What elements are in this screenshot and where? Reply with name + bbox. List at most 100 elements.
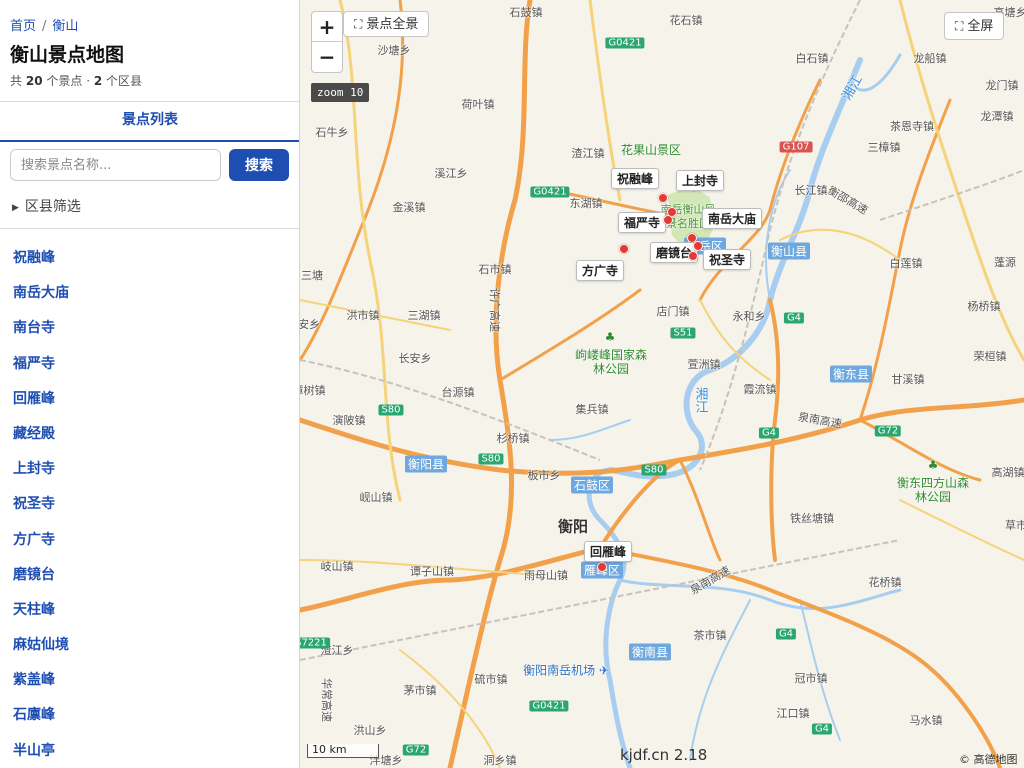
place-label: 甘溪镇 xyxy=(891,373,925,386)
attraction-marker[interactable] xyxy=(663,215,673,225)
place-label: 花石镇 xyxy=(669,14,703,27)
place-label: 冠市镇 xyxy=(794,672,828,685)
spot-list-item[interactable]: 南岳大庙 xyxy=(13,283,69,318)
place-label: 硫市镇 xyxy=(474,673,508,686)
attraction-marker-label[interactable]: 南岳大庙 xyxy=(702,208,763,229)
place-label: 马水镇 xyxy=(909,714,943,727)
place-label: 三塘 xyxy=(301,269,323,282)
tab-spot-list[interactable]: 景点列表 xyxy=(0,102,299,142)
highway-shield: G4 xyxy=(775,628,797,640)
fullscreen-button[interactable]: ⛶ 全屏 xyxy=(944,12,1005,40)
breadcrumb: 首页 / 衡山 xyxy=(10,15,78,34)
fullscreen-icon: ⛶ xyxy=(955,19,964,33)
spot-list-item[interactable]: 石廪峰 xyxy=(13,705,69,740)
caret-right-icon: ▶ xyxy=(12,203,19,213)
place-label: 金溪镇 xyxy=(392,201,426,214)
place-label: 演陂镇 xyxy=(332,414,366,427)
city-label: 衡阳 xyxy=(557,517,589,536)
attraction-marker-label[interactable]: 福严寺 xyxy=(618,212,667,233)
spot-list-item[interactable]: 回雁峰 xyxy=(13,389,69,424)
road-name-label: 华常高速 xyxy=(320,678,333,722)
highway-shield: S80 xyxy=(378,404,404,416)
attraction-marker-label[interactable]: 上封寺 xyxy=(676,170,725,191)
forest-park-label: 岣嵝峰国家森林公园 xyxy=(574,348,647,376)
place-label: 江口镇 xyxy=(776,707,810,720)
zoom-level-readout: zoom 10 xyxy=(311,83,370,102)
spot-list-item[interactable]: 天柱峰 xyxy=(13,600,69,635)
district-label: 衡阳县 xyxy=(404,455,448,473)
attraction-marker-label[interactable]: 回雁峰 xyxy=(584,541,633,562)
spot-list-item[interactable]: 上封寺 xyxy=(13,459,69,494)
spot-list-item[interactable]: 藏经殿 xyxy=(13,424,69,459)
tree-icon: ♣ xyxy=(927,458,939,472)
spots-count: 20 xyxy=(25,74,43,88)
spot-list-item[interactable]: 磨镜台 xyxy=(13,565,69,600)
attraction-marker-label[interactable]: 方广寺 xyxy=(576,260,625,281)
district-label: 衡山县 xyxy=(767,242,811,260)
attraction-marker[interactable] xyxy=(693,241,703,251)
highway-shield: G0421 xyxy=(529,700,569,712)
place-label: 龙船镇 xyxy=(913,52,947,65)
spot-list-item[interactable]: 半山亭 xyxy=(13,741,69,768)
breadcrumb-current-link[interactable]: 衡山 xyxy=(52,19,78,34)
zoom-control: + − xyxy=(311,11,343,73)
attraction-marker-label[interactable]: 祝融峰 xyxy=(611,168,660,189)
place-label: 花桥镇 xyxy=(868,576,902,589)
map-view[interactable]: 石鼓镇 花石镇 白石镇 龙船镇 沙塘乡 荷叶镇 石牛乡 溪江乡 金溪镇 洪市镇 三湖镇 长安乡 台源镇 渣… xyxy=(300,0,1024,768)
highway-shield: S80 xyxy=(641,464,667,476)
highway-shield: G4 xyxy=(811,723,833,735)
district-label: 衡南县 xyxy=(628,643,672,661)
river-label: 湘江 xyxy=(692,387,708,413)
districts-count: 2 xyxy=(93,74,103,88)
highway-shield: G72 xyxy=(874,425,902,437)
attraction-marker[interactable] xyxy=(597,562,607,572)
tab-bar: 景点列表 xyxy=(0,102,299,142)
watermark: kjdf.cn 2.18 xyxy=(620,746,708,764)
spot-list-item[interactable]: 紫盖峰 xyxy=(13,670,69,705)
place-label: 石牛乡 xyxy=(315,126,349,139)
search-button[interactable]: 搜索 xyxy=(229,149,289,181)
place-label: 荷叶镇 xyxy=(461,98,495,111)
highway-shield: S7221 xyxy=(300,637,330,649)
spot-list: 祝融峰 南岳大庙 南台寺 福严寺 回雁峰 藏经殿 上封寺 祝圣寺 方广寺 磨镜台 天柱峰 麻姑仙境 紫盖… xyxy=(13,248,69,768)
place-label: 三樟镇 xyxy=(867,141,901,154)
spot-list-item[interactable]: 南台寺 xyxy=(13,318,69,353)
place-label: 长安乡 xyxy=(398,352,432,365)
attraction-marker[interactable] xyxy=(658,193,668,203)
highway-shield: G72 xyxy=(402,744,430,756)
place-label: 溪江乡 xyxy=(434,167,468,180)
place-label: 沙塘乡 xyxy=(377,44,411,57)
zoom-in-button[interactable]: + xyxy=(312,12,342,42)
attraction-marker[interactable] xyxy=(619,244,629,254)
spot-list-item[interactable]: 麻姑仙境 xyxy=(13,635,69,670)
district-filter-toggle[interactable]: ▶ 区县筛选 xyxy=(12,196,81,216)
place-label: 岐山镇 xyxy=(320,560,354,573)
place-label: 永和乡 xyxy=(732,310,766,323)
spot-list-item[interactable]: 祝圣寺 xyxy=(13,494,69,529)
forest-park-label: 衡东四方山森林公园 xyxy=(896,476,969,504)
place-label: 安乡 xyxy=(300,318,320,331)
place-label: 三湖镇 xyxy=(407,309,441,322)
place-label: 谭子山镇 xyxy=(410,565,454,578)
expand-icon: ⛶ xyxy=(354,17,363,31)
page-title: 衡山景点地图 xyxy=(10,44,125,66)
highway-shield: S51 xyxy=(670,327,696,339)
place-label: 渣江镇 xyxy=(571,147,605,160)
place-label: 高湖镇 xyxy=(991,466,1024,479)
summary-text: 共 20 个景点 · 2 个区县 xyxy=(10,72,142,89)
place-label: 长江镇 xyxy=(794,184,828,197)
road-name-label: 许广高速 xyxy=(488,288,501,332)
search-input[interactable] xyxy=(10,149,221,181)
spot-list-item[interactable]: 福严寺 xyxy=(13,354,69,389)
place-label: 石鼓镇 xyxy=(509,6,543,19)
attraction-marker-label[interactable]: 祝圣寺 xyxy=(703,249,752,270)
highway-shield: G4 xyxy=(783,312,805,324)
spot-list-item[interactable]: 祝融峰 xyxy=(13,248,69,283)
overview-button[interactable]: ⛶ 景点全景 xyxy=(343,11,430,37)
zoom-out-button[interactable]: − xyxy=(312,42,342,72)
breadcrumb-home-link[interactable]: 首页 xyxy=(10,19,36,34)
place-label: 洞乡镇 xyxy=(483,754,517,767)
attraction-marker[interactable] xyxy=(688,251,698,261)
place-label: 茶市镇 xyxy=(693,629,727,642)
spot-list-item[interactable]: 方广寺 xyxy=(13,530,69,565)
